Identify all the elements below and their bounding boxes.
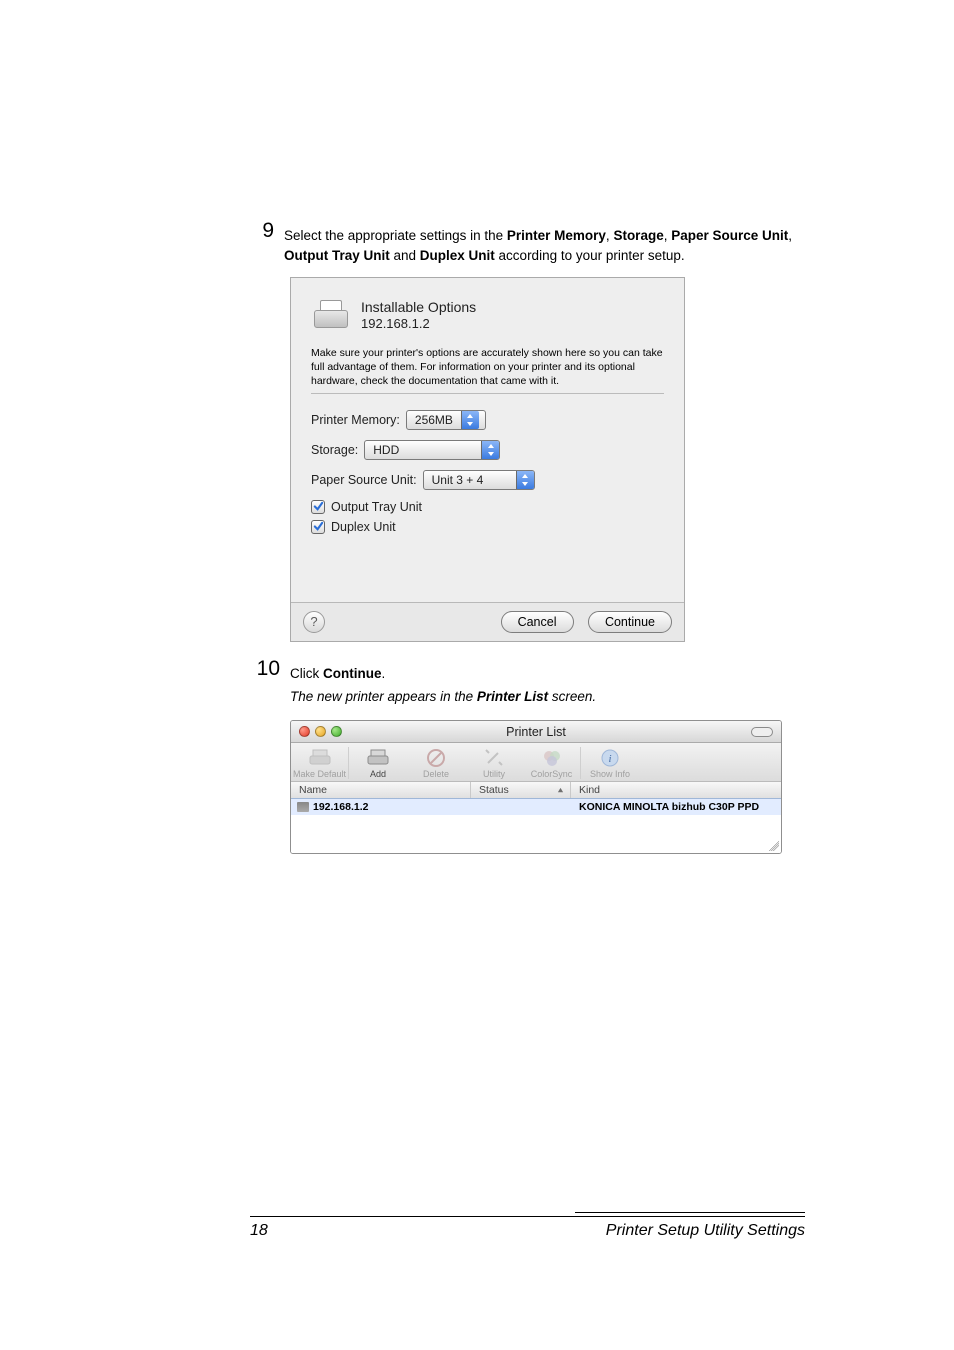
colorsync-button[interactable]: ColorSync <box>523 747 581 779</box>
label: Delete <box>423 769 449 779</box>
printer-add-icon <box>364 747 392 769</box>
list-header: Name Status Kind <box>291 782 781 799</box>
toolbar-toggle-icon[interactable] <box>751 727 773 737</box>
output-tray-unit-label: Output Tray Unit <box>331 500 422 514</box>
b: Output Tray Unit <box>284 248 390 263</box>
page-footer: 18 Printer Setup Utility Settings <box>250 1212 805 1240</box>
add-button[interactable]: Add <box>349 747 407 779</box>
output-tray-unit-checkbox[interactable] <box>311 500 325 514</box>
storage-label: Storage: <box>311 443 358 457</box>
cancel-button[interactable]: Cancel <box>501 611 574 633</box>
show-info-button[interactable]: i Show Info <box>581 747 639 779</box>
select-arrows-icon <box>461 411 479 429</box>
storage-select[interactable]: HDD <box>364 440 500 460</box>
footer-label: Printer Setup Utility Settings <box>606 1222 805 1240</box>
step-10-number: 10 <box>250 658 280 679</box>
b: Printer List <box>477 689 548 704</box>
t: Select the appropriate settings in the <box>284 228 507 243</box>
label: Make Default <box>293 769 346 779</box>
printer-list-window: Printer List Make Default Add Delete <box>290 720 782 854</box>
page-number: 18 <box>250 1222 268 1240</box>
t: The new printer appears in the <box>290 689 477 704</box>
duplex-unit-label: Duplex Unit <box>331 520 396 534</box>
label: ColorSync <box>531 769 573 779</box>
printer-small-icon <box>297 802 309 812</box>
printer-memory-label: Printer Memory: <box>311 413 400 427</box>
b: Printer Memory <box>507 228 606 243</box>
printer-row[interactable]: 192.168.1.2 KONICA MINOLTA bizhub C30P P… <box>291 799 781 815</box>
t: Click <box>290 666 323 681</box>
colorsync-icon <box>538 747 566 769</box>
printer-kind: KONICA MINOLTA bizhub C30P PPD <box>571 801 781 813</box>
step-9-number: 9 <box>250 220 274 241</box>
minimize-icon[interactable] <box>315 726 326 737</box>
svg-text:i: i <box>608 753 611 765</box>
duplex-unit-checkbox[interactable] <box>311 520 325 534</box>
zoom-icon[interactable] <box>331 726 342 737</box>
step-9: 9 Select the appropriate settings in the… <box>250 220 805 265</box>
continue-button[interactable]: Continue <box>588 611 672 633</box>
col-kind[interactable]: Kind <box>571 782 781 798</box>
dialog-title: Installable Options <box>361 299 476 315</box>
dialog-address: 192.168.1.2 <box>361 316 476 331</box>
col-status[interactable]: Status <box>471 782 571 798</box>
step-10-text: Click Continue. <box>290 658 385 684</box>
sort-ascending-icon <box>557 787 564 794</box>
printer-memory-select[interactable]: 256MB <box>406 410 486 430</box>
col-name[interactable]: Name <box>291 782 471 798</box>
delete-icon <box>422 747 450 769</box>
b: Storage <box>613 228 663 243</box>
resize-grip-icon[interactable] <box>769 841 779 851</box>
toolbar: Make Default Add Delete Utility <box>291 743 781 782</box>
utility-button[interactable]: Utility <box>465 747 523 779</box>
label: Status <box>479 784 509 796</box>
dialog-note: Make sure your printer's options are acc… <box>311 346 664 394</box>
b: Continue <box>323 666 382 681</box>
step-10: 10 Click Continue. <box>250 658 805 684</box>
b: Paper Source Unit <box>671 228 788 243</box>
label: Add <box>370 769 386 779</box>
printer-memory-value: 256MB <box>415 413 453 427</box>
printer-name: 192.168.1.2 <box>313 801 368 813</box>
t: . <box>382 666 386 681</box>
step-10-note: The new printer appears in the Printer L… <box>290 689 805 704</box>
printer-icon <box>311 298 349 332</box>
storage-value: HDD <box>373 443 399 457</box>
make-default-button[interactable]: Make Default <box>291 747 349 779</box>
label: Utility <box>483 769 505 779</box>
t: , <box>788 228 792 243</box>
t: and <box>390 248 420 263</box>
help-button[interactable]: ? <box>303 611 325 633</box>
paper-source-unit-select[interactable]: Unit 3 + 4 <box>423 470 535 490</box>
installable-options-dialog: Installable Options 192.168.1.2 Make sur… <box>290 277 685 642</box>
info-icon: i <box>596 747 624 769</box>
select-arrows-icon <box>481 441 499 459</box>
delete-button[interactable]: Delete <box>407 747 465 779</box>
label: Show Info <box>590 769 630 779</box>
utility-icon <box>480 747 508 769</box>
t: screen. <box>548 689 596 704</box>
b: Duplex Unit <box>420 248 495 263</box>
paper-source-unit-label: Paper Source Unit: <box>311 473 417 487</box>
step-9-text: Select the appropriate settings in the P… <box>284 220 805 265</box>
window-title: Printer List <box>291 725 781 739</box>
close-icon[interactable] <box>299 726 310 737</box>
paper-source-unit-value: Unit 3 + 4 <box>432 473 484 487</box>
select-arrows-icon <box>516 471 534 489</box>
printer-default-icon <box>306 747 334 769</box>
t: according to your printer setup. <box>495 248 685 263</box>
